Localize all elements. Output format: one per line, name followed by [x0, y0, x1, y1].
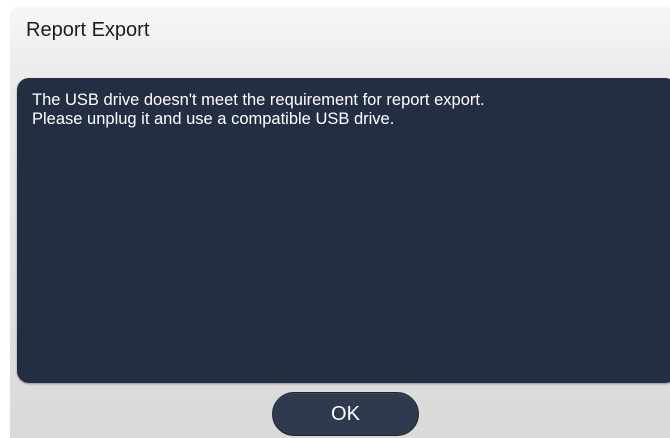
report-export-dialog: Report Export The USB drive doesn't meet… [10, 6, 670, 438]
message-line-1: The USB drive doesn't meet the requireme… [32, 91, 485, 109]
message-line-2: Please unplug it and use a compatible US… [32, 110, 395, 128]
dialog-title: Report Export [26, 19, 150, 41]
message-panel: The USB drive doesn't meet the requireme… [17, 78, 670, 383]
message-text: The USB drive doesn't meet the requireme… [32, 91, 652, 129]
ok-button[interactable]: OK [272, 392, 419, 436]
